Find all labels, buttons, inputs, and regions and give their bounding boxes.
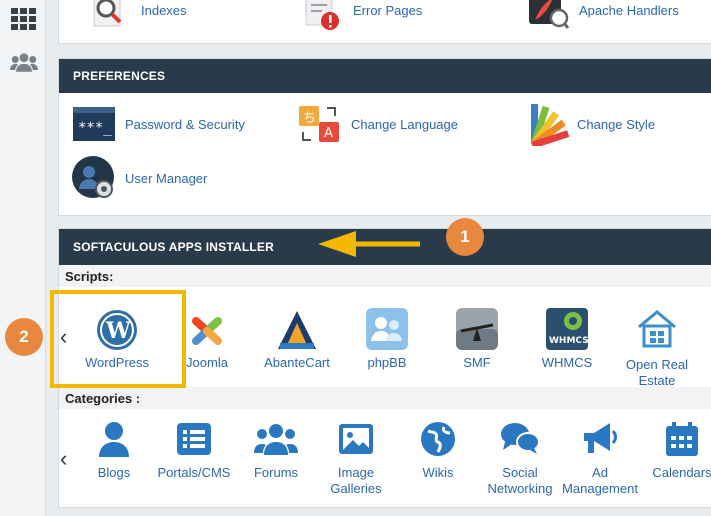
chat-bubbles-icon [477, 419, 563, 459]
person-icon [71, 419, 157, 459]
pointer-arrow [318, 231, 420, 257]
feather-icon [525, 0, 571, 33]
categories-label: Categories : [59, 387, 711, 409]
category-portals-cms[interactable]: Portals/CMS [151, 419, 237, 481]
category-ad-management[interactable]: Ad Management [557, 419, 643, 497]
abantecart-icon [257, 299, 337, 351]
script-abantecart[interactable]: AbanteCart [257, 299, 337, 370]
change-language-link[interactable]: ちA Change Language [297, 101, 458, 147]
script-whmcs[interactable]: WHMCS WHMCS [527, 299, 607, 370]
script-phpbb[interactable]: phpBB [347, 299, 427, 370]
svg-text:ち: ち [303, 111, 316, 126]
files-panel: Indexes Error Pages Apache Handlers [58, 0, 711, 44]
category-forums[interactable]: Forums [233, 419, 319, 481]
svg-text:WHMCS: WHMCS [549, 336, 589, 346]
password-icon: ***_ [71, 101, 117, 147]
apache-handlers-link[interactable]: Apache Handlers [525, 0, 679, 33]
megaphone-icon [557, 419, 643, 459]
category-blogs[interactable]: Blogs [71, 419, 157, 481]
change-style-link[interactable]: Change Style [523, 101, 655, 147]
password-security-link[interactable]: ***_ Password & Security [71, 101, 245, 147]
main-content: Indexes Error Pages Apache Handlers PREF… [58, 0, 711, 516]
script-open-real-estate[interactable]: Open Real Estate [617, 299, 697, 389]
palette-icon [523, 101, 569, 147]
category-image-galleries[interactable]: Image Galleries [313, 419, 399, 497]
step-badge-2: 2 [5, 318, 43, 356]
user-manager-link[interactable]: User Manager [71, 155, 207, 201]
step-badge-1: 1 [446, 218, 484, 256]
language-icon: ちA [297, 101, 343, 147]
error-document-icon [299, 0, 345, 33]
user-manager-icon [71, 155, 117, 201]
left-rail [0, 0, 46, 516]
categories-prev-arrow[interactable]: ‹ [60, 446, 67, 472]
calendar-icon [639, 419, 711, 459]
smf-icon [437, 299, 517, 351]
indexes-link[interactable]: Indexes [87, 0, 187, 33]
category-social-networking[interactable]: Social Networking [477, 419, 563, 497]
group-icon [233, 419, 319, 459]
globe-icon [395, 419, 481, 459]
wordpress-highlight-box [50, 290, 186, 388]
magnifier-icon [87, 0, 133, 33]
image-icon [313, 419, 399, 459]
users-icon[interactable] [10, 50, 38, 76]
phpbb-icon [347, 299, 427, 351]
category-wikis[interactable]: Wikis [395, 419, 481, 481]
category-calendars[interactable]: Calendars [639, 419, 711, 481]
script-smf[interactable]: SMF [437, 299, 517, 370]
svg-text:A: A [324, 126, 333, 141]
list-icon [151, 419, 237, 459]
error-pages-link[interactable]: Error Pages [299, 0, 422, 33]
house-icon [617, 299, 697, 351]
scripts-label: Scripts: [59, 265, 711, 287]
whmcs-icon: WHMCS [527, 299, 607, 351]
grid-icon[interactable] [10, 6, 38, 32]
preferences-panel: PREFERENCES ***_ Password & Security ちA … [58, 58, 711, 216]
svg-text:***_: ***_ [78, 120, 112, 136]
preferences-header: PREFERENCES [59, 59, 711, 93]
